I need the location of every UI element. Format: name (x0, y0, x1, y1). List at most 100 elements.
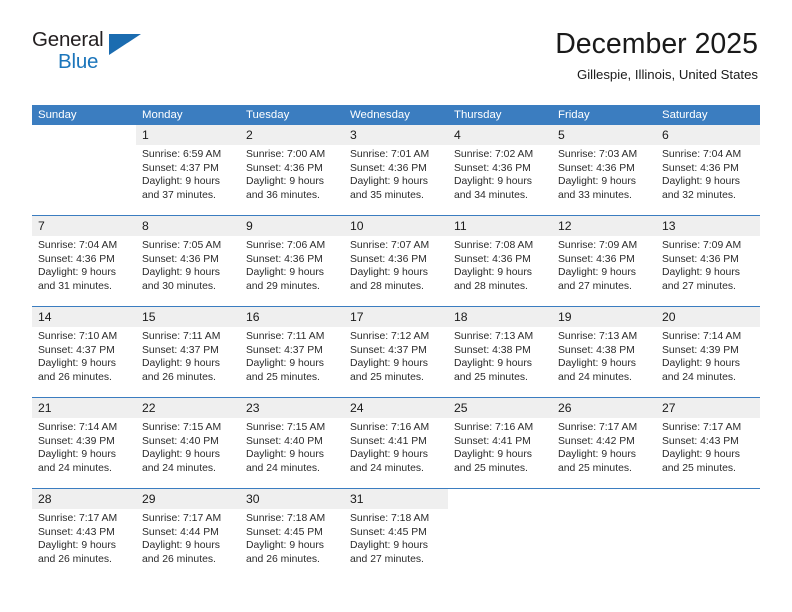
week-row: 14 Sunrise: 7:10 AM Sunset: 4:37 PM Dayl… (32, 306, 760, 398)
day-details: Sunrise: 7:02 AM Sunset: 4:36 PM Dayligh… (448, 145, 552, 202)
sunrise-text: Sunrise: 7:14 AM (38, 422, 118, 433)
day-number: 1 (136, 125, 240, 145)
sunrise-text: Sunrise: 7:09 AM (662, 240, 742, 251)
day-details: Sunrise: 7:11 AM Sunset: 4:37 PM Dayligh… (240, 327, 344, 384)
day-cell[interactable] (32, 125, 136, 216)
day-cell[interactable]: 25 Sunrise: 7:16 AM Sunset: 4:41 PM Dayl… (448, 397, 552, 489)
calendar-table: Sunday Monday Tuesday Wednesday Thursday… (32, 105, 760, 579)
sunset-text: Sunset: 4:44 PM (142, 526, 219, 538)
day-cell[interactable]: 4 Sunrise: 7:02 AM Sunset: 4:36 PM Dayli… (448, 125, 552, 216)
day-cell-inner: 13 Sunrise: 7:09 AM Sunset: 4:36 PM Dayl… (656, 216, 760, 306)
day-cell[interactable]: 23 Sunrise: 7:15 AM Sunset: 4:40 PM Dayl… (240, 397, 344, 489)
daylight-text-line1: Daylight: 9 hours (558, 358, 636, 370)
day-number: 8 (136, 216, 240, 236)
day-cell-inner: 11 Sunrise: 7:08 AM Sunset: 4:36 PM Dayl… (448, 216, 552, 306)
day-cell-inner: 10 Sunrise: 7:07 AM Sunset: 4:36 PM Dayl… (344, 216, 448, 306)
day-details: Sunrise: 7:10 AM Sunset: 4:37 PM Dayligh… (32, 327, 136, 384)
day-cell[interactable]: 15 Sunrise: 7:11 AM Sunset: 4:37 PM Dayl… (136, 306, 240, 398)
day-cell[interactable]: 29 Sunrise: 7:17 AM Sunset: 4:44 PM Dayl… (136, 488, 240, 579)
day-cell[interactable]: 7 Sunrise: 7:04 AM Sunset: 4:36 PM Dayli… (32, 215, 136, 307)
sunrise-text: Sunrise: 7:08 AM (454, 240, 534, 251)
day-cell[interactable]: 28 Sunrise: 7:17 AM Sunset: 4:43 PM Dayl… (32, 488, 136, 579)
sunset-text: Sunset: 4:36 PM (350, 162, 427, 174)
day-cell[interactable]: 6 Sunrise: 7:04 AM Sunset: 4:36 PM Dayli… (656, 125, 760, 216)
page-subtitle: Gillespie, Illinois, United States (576, 67, 758, 82)
day-cell[interactable]: 14 Sunrise: 7:10 AM Sunset: 4:37 PM Dayl… (32, 306, 136, 398)
daylight-text-line2: and 24 minutes. (350, 462, 424, 474)
sunrise-text: Sunrise: 7:17 AM (142, 513, 222, 524)
sunrise-text: Sunrise: 7:05 AM (142, 240, 222, 251)
sunrise-text: Sunrise: 7:10 AM (38, 331, 118, 342)
day-number: 5 (552, 125, 656, 145)
day-cell[interactable]: 10 Sunrise: 7:07 AM Sunset: 4:36 PM Dayl… (344, 215, 448, 307)
day-cell-inner: 18 Sunrise: 7:13 AM Sunset: 4:38 PM Dayl… (448, 307, 552, 397)
sunset-text: Sunset: 4:36 PM (350, 253, 427, 265)
day-cell[interactable]: 30 Sunrise: 7:18 AM Sunset: 4:45 PM Dayl… (240, 488, 344, 579)
day-cell[interactable]: 17 Sunrise: 7:12 AM Sunset: 4:37 PM Dayl… (344, 306, 448, 398)
day-cell[interactable] (552, 488, 656, 579)
day-number (656, 489, 760, 509)
day-cell[interactable]: 22 Sunrise: 7:15 AM Sunset: 4:40 PM Dayl… (136, 397, 240, 489)
day-cell[interactable] (656, 488, 760, 579)
day-cell-inner: 29 Sunrise: 7:17 AM Sunset: 4:44 PM Dayl… (136, 489, 240, 579)
day-cell[interactable]: 24 Sunrise: 7:16 AM Sunset: 4:41 PM Dayl… (344, 397, 448, 489)
daylight-text-line2: and 26 minutes. (38, 371, 112, 383)
day-number: 17 (344, 307, 448, 327)
day-number: 31 (344, 489, 448, 509)
sunrise-text: Sunrise: 7:04 AM (662, 149, 742, 160)
day-cell-inner (32, 125, 136, 215)
day-cell[interactable]: 3 Sunrise: 7:01 AM Sunset: 4:36 PM Dayli… (344, 125, 448, 216)
day-cell[interactable]: 18 Sunrise: 7:13 AM Sunset: 4:38 PM Dayl… (448, 306, 552, 398)
day-cell[interactable]: 26 Sunrise: 7:17 AM Sunset: 4:42 PM Dayl… (552, 397, 656, 489)
day-cell[interactable]: 2 Sunrise: 7:00 AM Sunset: 4:36 PM Dayli… (240, 125, 344, 216)
day-cell-inner: 25 Sunrise: 7:16 AM Sunset: 4:41 PM Dayl… (448, 398, 552, 488)
daylight-text-line1: Daylight: 9 hours (350, 176, 428, 188)
day-cell[interactable]: 12 Sunrise: 7:09 AM Sunset: 4:36 PM Dayl… (552, 215, 656, 307)
day-cell[interactable]: 27 Sunrise: 7:17 AM Sunset: 4:43 PM Dayl… (656, 397, 760, 489)
day-cell[interactable]: 11 Sunrise: 7:08 AM Sunset: 4:36 PM Dayl… (448, 215, 552, 307)
general-blue-logo[interactable]: General Blue (32, 29, 172, 84)
daylight-text-line1: Daylight: 9 hours (142, 176, 220, 188)
day-number: 29 (136, 489, 240, 509)
day-cell[interactable]: 20 Sunrise: 7:14 AM Sunset: 4:39 PM Dayl… (656, 306, 760, 398)
sunrise-text: Sunrise: 7:02 AM (454, 149, 534, 160)
sunrise-text: Sunrise: 7:00 AM (246, 149, 326, 160)
sunrise-text: Sunrise: 7:11 AM (246, 331, 325, 342)
day-cell[interactable]: 8 Sunrise: 7:05 AM Sunset: 4:36 PM Dayli… (136, 215, 240, 307)
calendar-wrapper: Sunday Monday Tuesday Wednesday Thursday… (32, 105, 760, 579)
day-cell[interactable]: 1 Sunrise: 6:59 AM Sunset: 4:37 PM Dayli… (136, 125, 240, 216)
daylight-text-line2: and 25 minutes. (558, 462, 632, 474)
daylight-text-line1: Daylight: 9 hours (454, 358, 532, 370)
sunrise-text: Sunrise: 7:14 AM (662, 331, 742, 342)
sunset-text: Sunset: 4:37 PM (246, 344, 323, 356)
day-number: 9 (240, 216, 344, 236)
day-cell[interactable] (448, 488, 552, 579)
sunrise-text: Sunrise: 7:01 AM (350, 149, 430, 160)
day-cell[interactable]: 5 Sunrise: 7:03 AM Sunset: 4:36 PM Dayli… (552, 125, 656, 216)
day-cell-inner: 4 Sunrise: 7:02 AM Sunset: 4:36 PM Dayli… (448, 125, 552, 215)
day-cell[interactable]: 21 Sunrise: 7:14 AM Sunset: 4:39 PM Dayl… (32, 397, 136, 489)
daylight-text-line2: and 27 minutes. (558, 280, 632, 292)
day-number: 11 (448, 216, 552, 236)
day-cell[interactable]: 13 Sunrise: 7:09 AM Sunset: 4:36 PM Dayl… (656, 215, 760, 307)
daylight-text-line1: Daylight: 9 hours (246, 267, 324, 279)
day-cell-inner: 24 Sunrise: 7:16 AM Sunset: 4:41 PM Dayl… (344, 398, 448, 488)
day-cell-inner: 3 Sunrise: 7:01 AM Sunset: 4:36 PM Dayli… (344, 125, 448, 215)
day-cell-inner: 8 Sunrise: 7:05 AM Sunset: 4:36 PM Dayli… (136, 216, 240, 306)
day-details: Sunrise: 7:04 AM Sunset: 4:36 PM Dayligh… (656, 145, 760, 202)
day-cell[interactable]: 31 Sunrise: 7:18 AM Sunset: 4:45 PM Dayl… (344, 488, 448, 579)
day-number: 3 (344, 125, 448, 145)
day-number: 2 (240, 125, 344, 145)
daylight-text-line1: Daylight: 9 hours (558, 176, 636, 188)
day-details: Sunrise: 7:16 AM Sunset: 4:41 PM Dayligh… (448, 418, 552, 475)
day-cell[interactable]: 16 Sunrise: 7:11 AM Sunset: 4:37 PM Dayl… (240, 306, 344, 398)
day-cell-inner: 12 Sunrise: 7:09 AM Sunset: 4:36 PM Dayl… (552, 216, 656, 306)
day-cell[interactable]: 9 Sunrise: 7:06 AM Sunset: 4:36 PM Dayli… (240, 215, 344, 307)
day-cell[interactable]: 19 Sunrise: 7:13 AM Sunset: 4:38 PM Dayl… (552, 306, 656, 398)
sunset-text: Sunset: 4:41 PM (454, 435, 531, 447)
sunset-text: Sunset: 4:36 PM (246, 253, 323, 265)
weekday-header-sunday: Sunday (32, 105, 136, 125)
sunrise-text: Sunrise: 7:11 AM (142, 331, 221, 342)
daylight-text-line1: Daylight: 9 hours (662, 267, 740, 279)
weekday-header-thursday: Thursday (448, 105, 552, 125)
